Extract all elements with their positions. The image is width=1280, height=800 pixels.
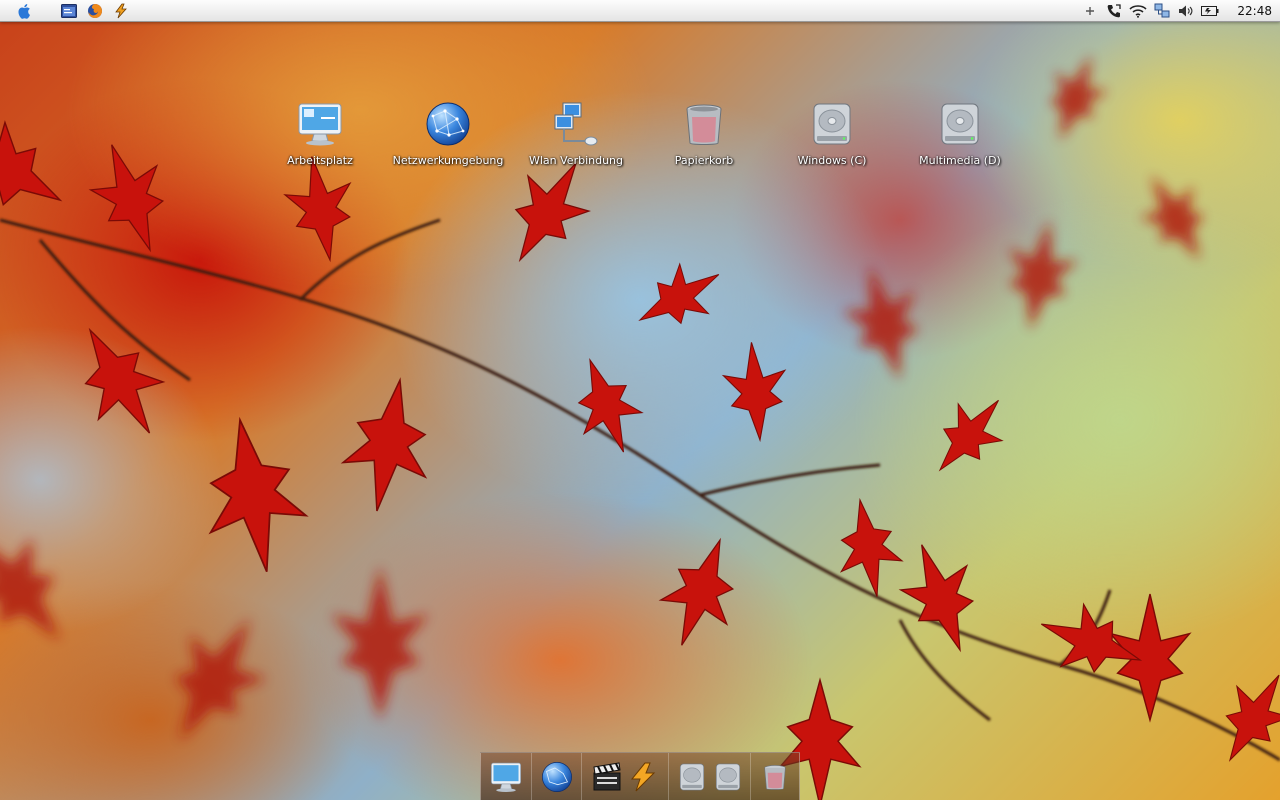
dock-group-network bbox=[532, 753, 582, 800]
network-connection-icon bbox=[552, 100, 600, 148]
dock-movie-clapper-icon[interactable] bbox=[590, 760, 624, 794]
dock-group-trash bbox=[751, 753, 799, 800]
hard-drive-icon bbox=[936, 100, 984, 148]
firefox-icon[interactable] bbox=[86, 2, 104, 20]
desktop-icon-label: Arbeitsplatz bbox=[287, 154, 353, 167]
dock-group-media bbox=[582, 753, 667, 800]
trash-icon bbox=[680, 100, 728, 148]
plus-icon[interactable] bbox=[1081, 2, 1099, 20]
desktop-icon-arbeitsplatz[interactable]: Arbeitsplatz bbox=[256, 100, 384, 167]
apple-menu-icon[interactable] bbox=[16, 2, 34, 20]
desktop-icon-papierkorb[interactable]: Papierkorb bbox=[640, 100, 768, 167]
desktop-icon-multimedia-d[interactable]: Multimedia (D) bbox=[896, 100, 1024, 167]
dock-computer-icon[interactable] bbox=[489, 760, 523, 794]
hard-drive-icon bbox=[808, 100, 856, 148]
desktop-icon-label: Netzwerkumgebung bbox=[392, 154, 504, 167]
winamp-icon[interactable] bbox=[112, 2, 130, 20]
dock-hard-drive-icon[interactable] bbox=[711, 760, 745, 794]
dock bbox=[480, 752, 800, 800]
wifi-icon[interactable] bbox=[1129, 2, 1147, 20]
desktop-icon-label: Windows (C) bbox=[797, 154, 867, 167]
globe-network-icon bbox=[424, 100, 472, 148]
terminal-window-icon[interactable] bbox=[60, 2, 78, 20]
dock-winamp-icon[interactable] bbox=[626, 760, 660, 794]
desktop-icon-label: Wlan Verbindung bbox=[528, 154, 624, 167]
system-tray: 22:48 bbox=[1081, 0, 1280, 22]
volume-icon[interactable] bbox=[1177, 2, 1195, 20]
menubar-left-launchers bbox=[0, 0, 130, 22]
desktop-icon-windows-c[interactable]: Windows (C) bbox=[768, 100, 896, 167]
computer-icon bbox=[296, 100, 344, 148]
network-icon[interactable] bbox=[1153, 2, 1171, 20]
dock-group-computer bbox=[481, 753, 531, 800]
desktop-icon-netzwerkumgebung[interactable]: Netzwerkumgebung bbox=[384, 100, 512, 167]
desktop-icon-wlan-verbindung[interactable]: Wlan Verbindung bbox=[512, 100, 640, 167]
dock-globe-network-icon[interactable] bbox=[540, 760, 574, 794]
dock-hard-drive-icon[interactable] bbox=[675, 760, 709, 794]
phone-icon[interactable] bbox=[1105, 2, 1123, 20]
desktop-icon-label: Papierkorb bbox=[674, 154, 734, 167]
menubar-clock[interactable]: 22:48 bbox=[1237, 4, 1272, 18]
top-menubar: 22:48 bbox=[0, 0, 1280, 22]
dock-group-drives bbox=[669, 753, 750, 800]
dock-trash-icon[interactable] bbox=[758, 760, 792, 794]
battery-icon[interactable] bbox=[1201, 2, 1219, 20]
desktop-icon-label: Multimedia (D) bbox=[919, 154, 1001, 167]
